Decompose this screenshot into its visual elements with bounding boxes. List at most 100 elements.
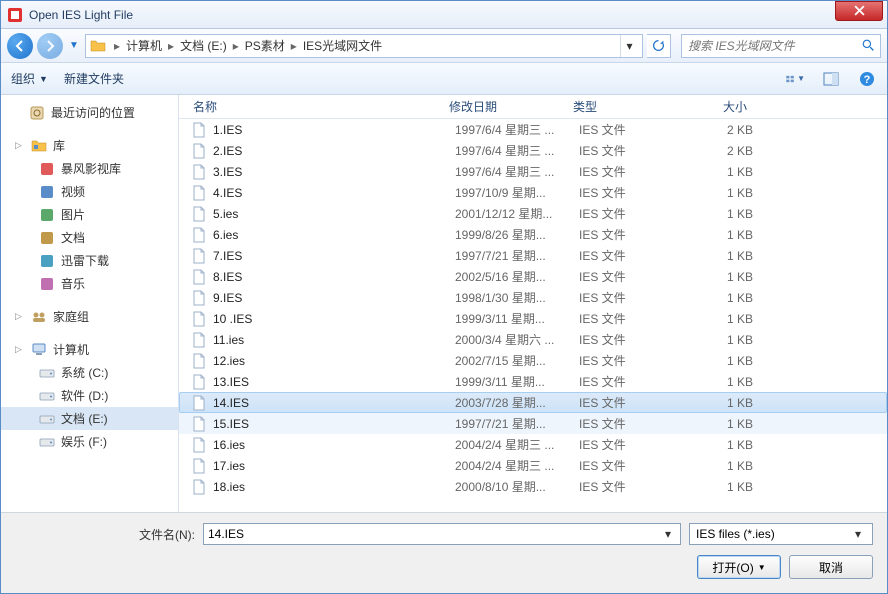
sidebar-library-item[interactable]: 图片 (1, 203, 178, 226)
open-file-dialog: Open IES Light File ▼ ▸ 计算机 ▸ 文档 (E:) ▸ … (0, 0, 888, 594)
new-folder-button[interactable]: 新建文件夹 (64, 70, 124, 87)
file-date: 1997/10/9 星期... (447, 184, 571, 201)
file-type: IES 文件 (571, 247, 681, 264)
sidebar-drive-item[interactable]: 软件 (D:) (1, 384, 178, 407)
expand-icon: ▷ (15, 311, 25, 322)
col-name[interactable]: 名称 (185, 98, 441, 115)
file-row[interactable]: 12.ies2002/7/15 星期...IES 文件1 KB (179, 350, 887, 371)
sidebar-library-item[interactable]: 迅雷下载 (1, 249, 178, 272)
file-icon (191, 164, 207, 180)
file-date: 2002/7/15 星期... (447, 352, 571, 369)
file-row[interactable]: 10 .IES1999/3/11 星期...IES 文件1 KB (179, 308, 887, 329)
organize-label: 组织 (11, 70, 35, 87)
library-icon (31, 138, 47, 154)
file-row[interactable]: 17.ies2004/2/4 星期三 ...IES 文件1 KB (179, 455, 887, 476)
filename-combo[interactable]: ▾ (203, 523, 681, 545)
sidebar-library-header[interactable]: ▷ 库 (1, 134, 178, 157)
file-row[interactable]: 6.ies1999/8/26 星期...IES 文件1 KB (179, 224, 887, 245)
file-row[interactable]: 8.IES2002/5/16 星期...IES 文件1 KB (179, 266, 887, 287)
library-item-icon (39, 230, 55, 246)
crumb[interactable]: 文档 (E:) (176, 37, 231, 54)
nav-history-dropdown[interactable]: ▼ (67, 36, 81, 56)
col-size[interactable]: 大小 (675, 98, 755, 115)
preview-pane-button[interactable] (821, 69, 841, 89)
search-input[interactable] (682, 39, 856, 53)
file-size: 2 KB (681, 144, 761, 158)
help-button[interactable]: ? (857, 69, 877, 89)
file-name: 13.IES (213, 375, 447, 389)
sidebar-item-label: 系统 (C:) (61, 364, 108, 381)
file-row[interactable]: 14.IES2003/7/28 星期...IES 文件1 KB (179, 392, 887, 413)
file-list[interactable]: 1.IES1997/6/4 星期三 ...IES 文件2 KB2.IES1997… (179, 119, 887, 512)
file-row[interactable]: 1.IES1997/6/4 星期三 ...IES 文件2 KB (179, 119, 887, 140)
drive-icon (39, 388, 55, 404)
file-icon (191, 122, 207, 138)
close-button[interactable] (835, 1, 883, 21)
file-row[interactable]: 2.IES1997/6/4 星期三 ...IES 文件2 KB (179, 140, 887, 161)
filename-input[interactable] (208, 527, 660, 541)
file-row[interactable]: 7.IES1997/7/21 星期...IES 文件1 KB (179, 245, 887, 266)
file-type: IES 文件 (571, 436, 681, 453)
sidebar-recent[interactable]: 最近访问的位置 (1, 101, 178, 124)
organize-button[interactable]: 组织 ▼ (11, 70, 48, 87)
sidebar-computer-header[interactable]: ▷ 计算机 (1, 338, 178, 361)
open-button[interactable]: 打开(O) ▼ (697, 555, 781, 579)
filename-dropdown[interactable]: ▾ (660, 527, 676, 541)
navbar: ▼ ▸ 计算机 ▸ 文档 (E:) ▸ PS素材 ▸ IES光域网文件 ▾ (1, 29, 887, 63)
sidebar-drive-item[interactable]: 系统 (C:) (1, 361, 178, 384)
file-row[interactable]: 13.IES1999/3/11 星期...IES 文件1 KB (179, 371, 887, 392)
sidebar-library-item[interactable]: 暴风影视库 (1, 157, 178, 180)
refresh-button[interactable] (647, 34, 671, 58)
file-size: 1 KB (681, 228, 761, 242)
sidebar-library-item[interactable]: 文档 (1, 226, 178, 249)
file-row[interactable]: 3.IES1997/6/4 星期三 ...IES 文件1 KB (179, 161, 887, 182)
file-name: 1.IES (213, 123, 447, 137)
chevron-right-icon: ▸ (166, 39, 176, 53)
crumb[interactable]: IES光域网文件 (299, 37, 386, 54)
sidebar-drive-item[interactable]: 娱乐 (F:) (1, 430, 178, 453)
library-item-icon (39, 184, 55, 200)
file-date: 2004/2/4 星期三 ... (447, 436, 571, 453)
filetype-combo[interactable]: IES files (*.ies) ▾ (689, 523, 873, 545)
file-date: 1999/8/26 星期... (447, 226, 571, 243)
sidebar-library-item[interactable]: 音乐 (1, 272, 178, 295)
file-size: 1 KB (681, 417, 761, 431)
crumb[interactable]: PS素材 (241, 37, 289, 54)
close-icon (854, 5, 865, 16)
cancel-button[interactable]: 取消 (789, 555, 873, 579)
file-name: 5.ies (213, 207, 447, 221)
file-row[interactable]: 5.ies2001/12/12 星期...IES 文件1 KB (179, 203, 887, 224)
col-date[interactable]: 修改日期 (441, 98, 565, 115)
sidebar-library-item[interactable]: 视频 (1, 180, 178, 203)
sidebar-drive-item[interactable]: 文档 (E:) (1, 407, 178, 430)
search-button[interactable] (856, 39, 880, 52)
breadcrumb-dropdown[interactable]: ▾ (620, 35, 638, 57)
nav-forward-button[interactable] (37, 33, 63, 59)
file-name: 10 .IES (213, 312, 447, 326)
file-icon (191, 143, 207, 159)
chevron-right-icon: ▸ (289, 39, 299, 53)
crumb[interactable]: 计算机 (122, 37, 166, 54)
sidebar-item-label: 计算机 (53, 341, 89, 358)
nav-back-button[interactable] (7, 33, 33, 59)
file-row[interactable]: 11.ies2000/3/4 星期六 ...IES 文件1 KB (179, 329, 887, 350)
file-row[interactable]: 15.IES1997/7/21 星期...IES 文件1 KB (179, 413, 887, 434)
breadcrumb[interactable]: ▸ 计算机 ▸ 文档 (E:) ▸ PS素材 ▸ IES光域网文件 ▾ (85, 34, 643, 58)
file-row[interactable]: 4.IES1997/10/9 星期...IES 文件1 KB (179, 182, 887, 203)
file-date: 1997/7/21 星期... (447, 247, 571, 264)
file-icon (191, 479, 207, 495)
sidebar-item-label: 图片 (61, 206, 85, 223)
file-type: IES 文件 (571, 457, 681, 474)
folder-icon (90, 38, 106, 54)
col-type[interactable]: 类型 (565, 98, 675, 115)
file-size: 1 KB (681, 291, 761, 305)
view-options-button[interactable]: ▼ (785, 69, 805, 89)
sidebar-homegroup[interactable]: ▷ 家庭组 (1, 305, 178, 328)
file-row[interactable]: 9.IES1998/1/30 星期...IES 文件1 KB (179, 287, 887, 308)
file-type: IES 文件 (571, 394, 681, 411)
expand-icon: ▷ (15, 140, 25, 151)
search-box[interactable] (681, 34, 881, 58)
filetype-dropdown[interactable]: ▾ (850, 527, 866, 541)
file-row[interactable]: 16.ies2004/2/4 星期三 ...IES 文件1 KB (179, 434, 887, 455)
file-row[interactable]: 18.ies2000/8/10 星期...IES 文件1 KB (179, 476, 887, 497)
